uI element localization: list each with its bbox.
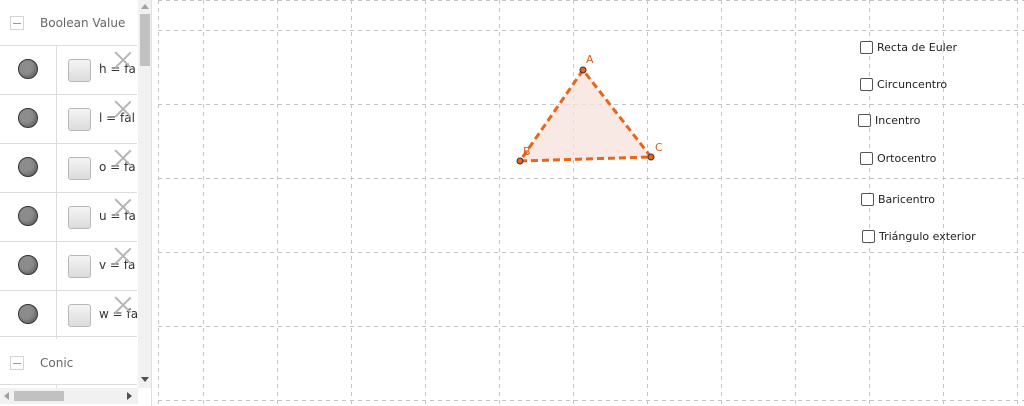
visibility-marble-icon[interactable] <box>18 206 38 226</box>
category-conic[interactable]: Conic <box>0 340 137 386</box>
category-label: Conic <box>40 356 74 370</box>
boolean-checkbox[interactable] <box>68 304 91 327</box>
scroll-up-icon[interactable] <box>141 4 149 9</box>
point-label-a[interactable]: A <box>586 53 594 66</box>
checkbox-circuncentro[interactable]: Circuncentro <box>860 76 947 92</box>
checkbox-triangulo-exterior[interactable]: Triángulo exterior <box>862 228 976 244</box>
checkbox-box[interactable] <box>860 151 873 165</box>
boolean-checkbox[interactable] <box>68 157 91 180</box>
checkbox-box[interactable] <box>860 77 873 91</box>
checkbox-box[interactable] <box>858 113 871 127</box>
delete-icon[interactable] <box>113 246 133 266</box>
horizontal-scrollbar[interactable] <box>0 388 138 404</box>
checkbox-label[interactable]: Incentro <box>875 114 920 127</box>
point-b[interactable] <box>516 157 524 165</box>
delete-icon[interactable] <box>113 295 133 315</box>
algebra-item-w[interactable]: w = fa <box>0 290 138 339</box>
scroll-left-icon[interactable] <box>4 392 9 400</box>
collapse-icon[interactable] <box>10 16 24 30</box>
visibility-marble-icon[interactable] <box>18 255 38 275</box>
boolean-checkbox[interactable] <box>68 108 91 131</box>
point-label-b[interactable]: B <box>523 145 531 158</box>
divider <box>0 336 137 337</box>
checkbox-box[interactable] <box>861 192 874 206</box>
boolean-checkbox[interactable] <box>68 59 91 82</box>
scroll-thumb[interactable] <box>140 14 150 66</box>
checkbox-label[interactable]: Baricentro <box>878 193 935 206</box>
category-boolean-value[interactable]: Boolean Value <box>0 0 137 46</box>
point-a[interactable] <box>579 66 587 74</box>
visibility-marble-icon[interactable] <box>18 157 38 177</box>
checkbox-baricentro[interactable]: Baricentro <box>861 191 935 207</box>
visibility-marble-icon[interactable] <box>18 304 38 324</box>
checkbox-box[interactable] <box>862 229 875 243</box>
algebra-view: Boolean Value h = fa l = fal o = fa u = … <box>0 0 152 406</box>
algebra-item-l[interactable]: l = fal <box>0 94 137 143</box>
category-label: Boolean Value <box>40 16 126 30</box>
geogebra-app: Boolean Value h = fa l = fal o = fa u = … <box>0 0 1024 406</box>
visibility-marble-icon[interactable] <box>18 59 38 79</box>
delete-icon[interactable] <box>113 148 133 168</box>
checkbox-box[interactable] <box>860 40 873 54</box>
algebra-item-h[interactable]: h = fa <box>0 45 137 94</box>
algebra-item-o[interactable]: o = fa <box>0 143 137 192</box>
collapse-icon[interactable] <box>10 356 24 370</box>
checkbox-label[interactable]: Ortocentro <box>877 152 936 165</box>
checkbox-label[interactable]: Triángulo exterior <box>879 230 976 243</box>
algebra-item-u[interactable]: u = fa <box>0 192 137 241</box>
scroll-thumb[interactable] <box>14 391 64 401</box>
triangle-polygon[interactable] <box>520 70 651 161</box>
boolean-checkbox[interactable] <box>68 206 91 229</box>
checkbox-label[interactable]: Circuncentro <box>877 78 947 91</box>
checkbox-recta-de-euler[interactable]: Recta de Euler <box>860 39 957 55</box>
boolean-checkbox[interactable] <box>68 255 91 278</box>
point-label-c[interactable]: C <box>655 141 663 154</box>
delete-icon[interactable] <box>113 50 133 70</box>
scroll-down-icon[interactable] <box>141 377 149 382</box>
delete-icon[interactable] <box>113 197 133 217</box>
delete-icon[interactable] <box>113 99 133 119</box>
checkbox-ortocentro[interactable]: Ortocentro <box>860 150 936 166</box>
point-c[interactable] <box>647 153 655 161</box>
algebra-item-v[interactable]: v = fa <box>0 241 137 290</box>
checkbox-incentro[interactable]: Incentro <box>858 112 920 128</box>
visibility-marble-icon[interactable] <box>18 108 38 128</box>
vertical-scrollbar[interactable] <box>138 0 151 388</box>
graphics-view[interactable]: A B C Recta de Euler Circuncentro Incent… <box>158 0 1024 406</box>
checkbox-label[interactable]: Recta de Euler <box>877 41 957 54</box>
scroll-right-icon[interactable] <box>127 392 132 400</box>
